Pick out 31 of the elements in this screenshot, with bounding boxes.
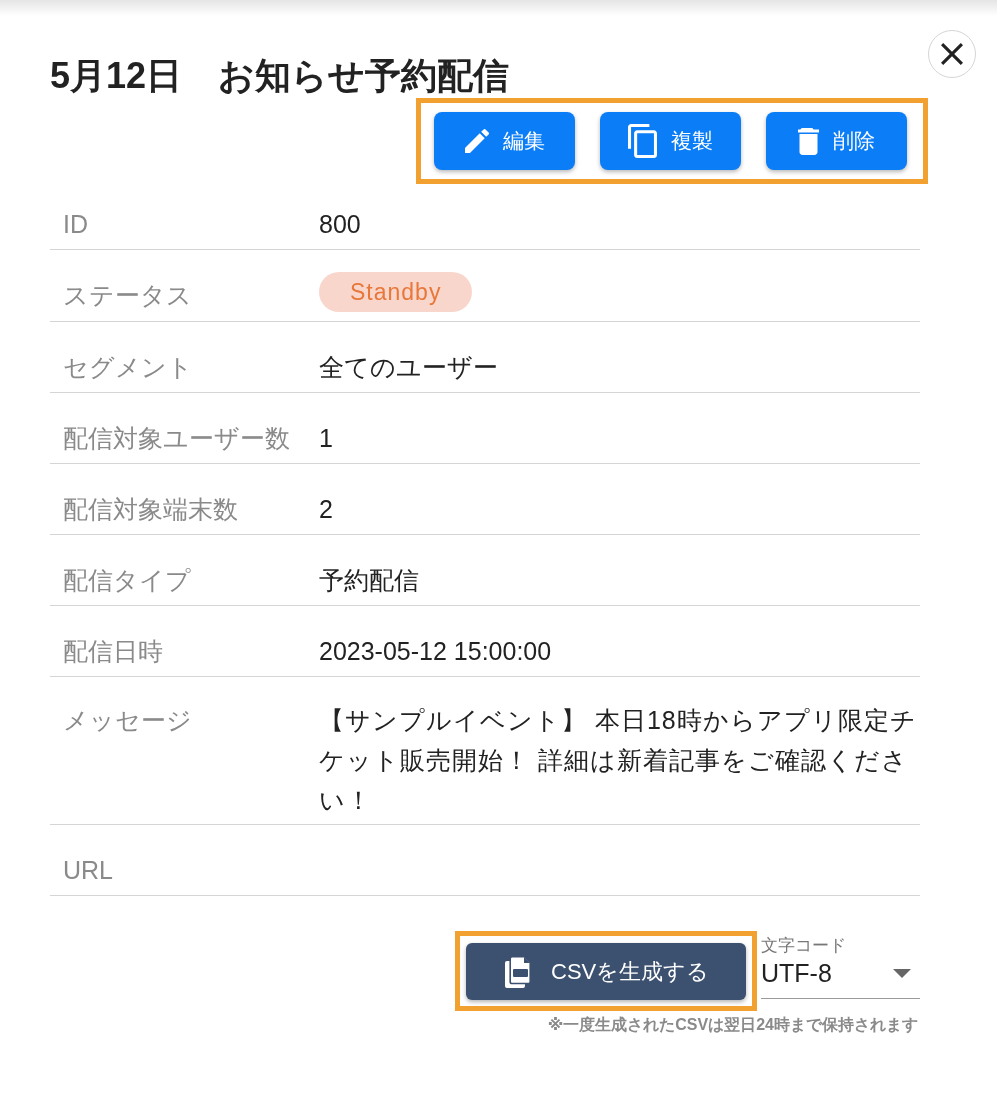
encoding-select[interactable]: 文字コード UTF-8: [761, 931, 920, 999]
field-label: メッセージ: [63, 706, 192, 734]
field-label: 配信日時: [63, 637, 163, 665]
delete-button[interactable]: 削除: [766, 112, 907, 170]
document-icon: [505, 955, 531, 988]
pencil-icon: [464, 129, 489, 153]
retention-note: ※一度生成されたCSVは翌日24時まで保持されます: [547, 1015, 918, 1035]
field-value: 800: [319, 210, 361, 238]
field-label: URL: [63, 856, 113, 884]
dialog-title: 5月12日 お知らせ予約配信: [50, 56, 510, 96]
field-label: 配信対象端末数: [63, 495, 238, 523]
edit-button[interactable]: 編集: [434, 112, 575, 170]
copy-icon: [628, 124, 657, 158]
close-button[interactable]: [928, 30, 976, 78]
field-value: 2: [319, 495, 333, 523]
duplicate-button[interactable]: 複製: [600, 112, 741, 170]
field-value: 全てのユーザー: [319, 353, 498, 381]
field-label: ステータス: [63, 281, 192, 309]
trash-icon: [798, 127, 819, 155]
field-label: 配信対象ユーザー数: [63, 424, 290, 452]
message-text: 【サンプルイベント】 本日18時からアプリ限定チケット販売開始！ 詳細は新着記事をご確認ください！: [319, 706, 917, 814]
field-value: 2023-05-12 15:00:00: [319, 637, 552, 665]
status-badge: Standby: [319, 272, 473, 312]
field-label: ID: [63, 210, 88, 238]
caret-icon: [893, 968, 911, 978]
field-label: セグメント: [63, 353, 193, 381]
field-value: 1: [319, 424, 333, 452]
generate-csv-button[interactable]: CSVを生成する: [466, 943, 746, 1000]
field-value: 予約配信: [319, 566, 419, 594]
field-label: 配信タイプ: [63, 566, 191, 594]
close-icon: [941, 43, 963, 65]
